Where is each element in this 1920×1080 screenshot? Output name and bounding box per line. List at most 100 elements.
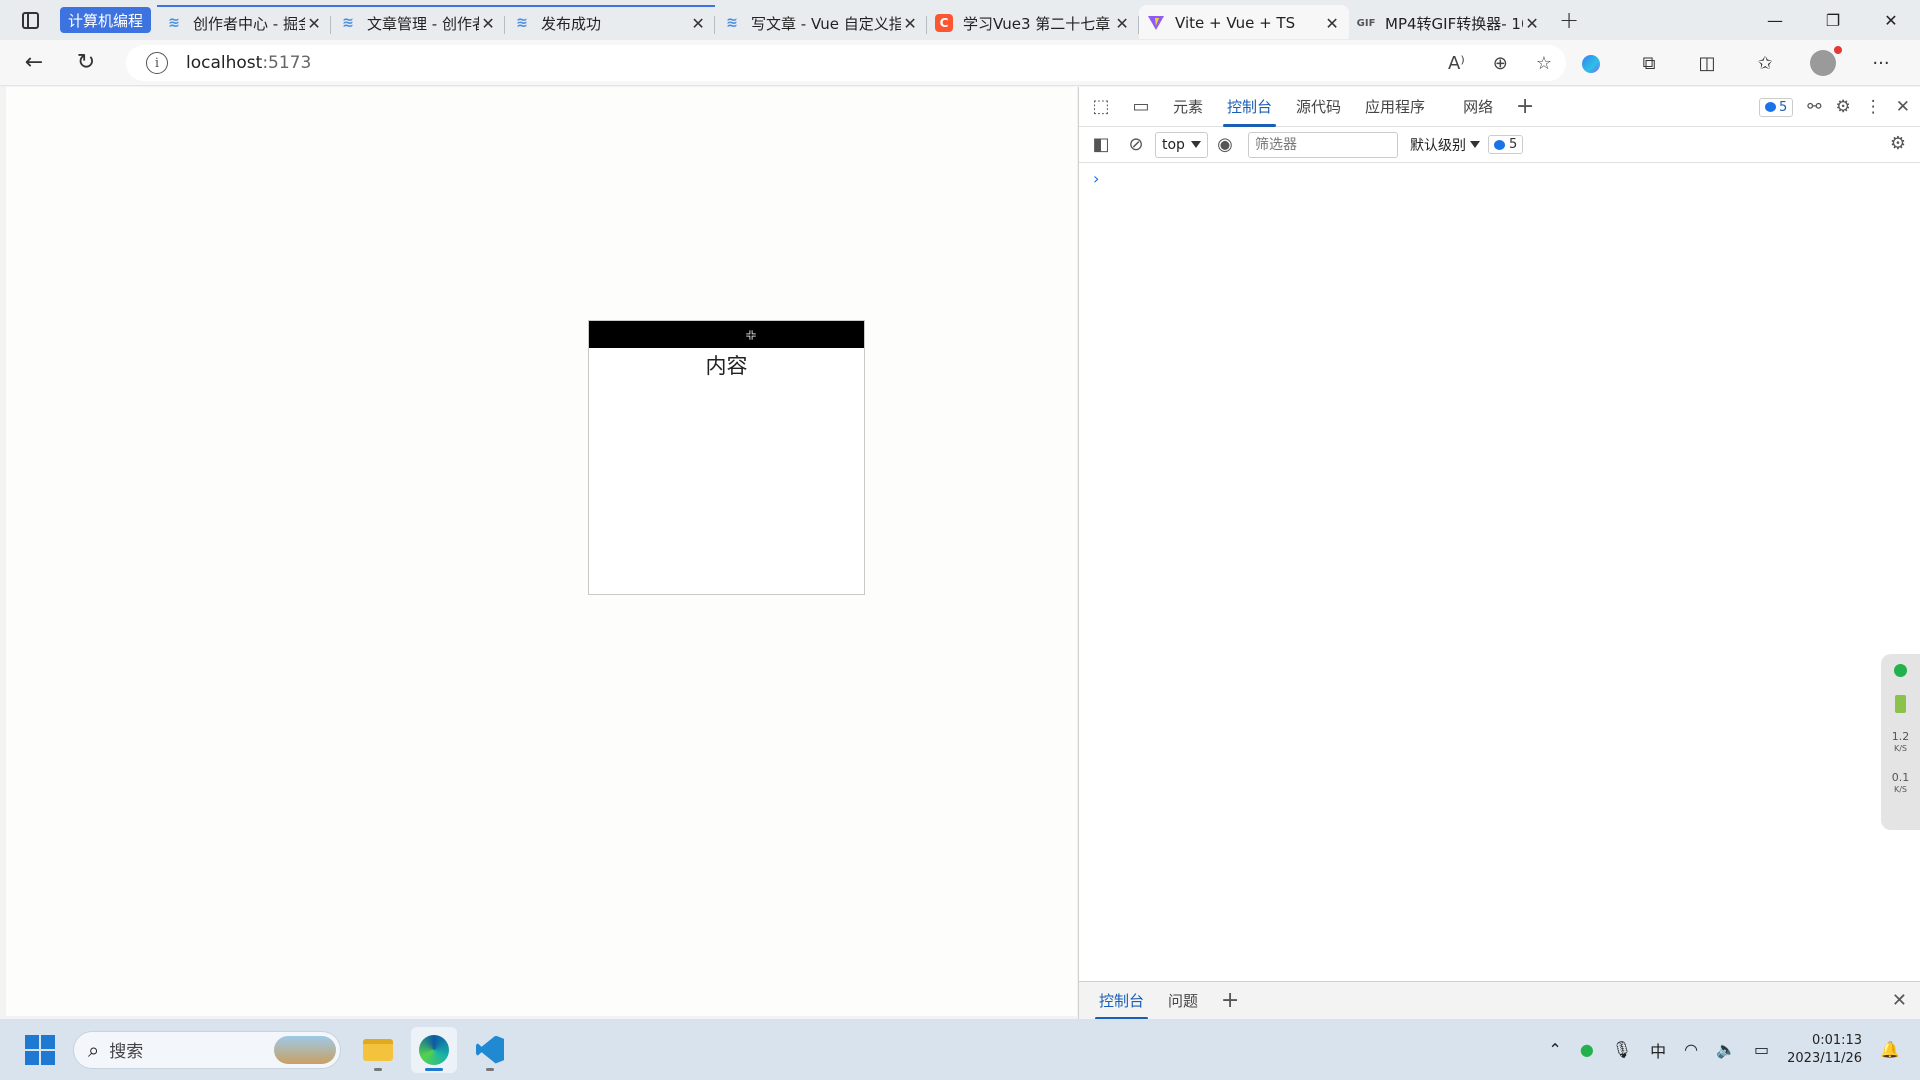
drawer-plus-icon[interactable]: + [1210,988,1250,1013]
dialog-drag-handle[interactable] [589,321,864,348]
taskbar: ⌕ 搜索 ⌃ ● 🎙 中 ◠ 🔈 ▭ 0:01:13 2023/11/26 🔔 [0,1019,1920,1080]
address-bar[interactable]: i localhost:5173 A⁾ ⊕ ☆ [126,45,1566,81]
messages-badge[interactable]: 5 [1487,135,1524,154]
site-info-icon[interactable]: i [146,52,168,74]
juejin-icon: ≋ [168,15,180,31]
split-screen-icon[interactable]: ◫ [1678,53,1736,74]
tab-actions-icon[interactable] [0,0,60,40]
zoom-icon[interactable]: ⊕ [1493,53,1508,74]
taskbar-search[interactable]: ⌕ 搜索 [73,1030,341,1069]
devtools-drawer: 控制台 问题 + ✕ [1079,981,1920,1020]
issues-badge[interactable]: 5 [1758,97,1794,117]
clear-console-icon[interactable]: ⊘ [1121,125,1151,165]
profile-avatar[interactable] [1794,46,1852,76]
network-monitor-widget[interactable]: 1.2 K/S 0.1 K/S [1881,654,1920,830]
tab-title: MP4转GIF转换器- 10 [1385,14,1524,33]
memory-bar-icon [1895,695,1906,713]
console-filter-input[interactable] [1247,131,1398,158]
tab-elements[interactable]: 元素 [1161,87,1215,127]
search-placeholder: 搜索 [109,1042,144,1062]
tab-juejin-creator[interactable]: ≋ 创作者中心 - 掘金 ✕ [157,5,332,39]
tab-vite-vue-ts[interactable]: Vite + Vue + TS ✕ [1139,5,1350,39]
settings-gear-icon[interactable]: ⚙ [1836,97,1851,117]
juejin-icon: ≋ [516,15,528,31]
tab-csdn-vue3[interactable]: C 学习Vue3 第二十七章 ✕ [927,5,1140,39]
live-expression-eye-icon[interactable]: ◉ [1208,125,1242,165]
tab-write-article[interactable]: ≋ 写文章 - Vue 自定义指 ✕ [715,5,928,39]
devtools-menu-icon[interactable]: ⋮ [1865,97,1882,117]
tab-article-manage[interactable]: ≋ 文章管理 - 创作者中心 ✕ [331,5,506,39]
system-tray: ⌃ ● 🎙 中 ◠ 🔈 ▭ 0:01:13 2023/11/26 🔔 [1548,1019,1900,1080]
tab-title: 创作者中心 - 掘金 [193,14,306,33]
drawer-tab-issues[interactable]: 问题 [1156,982,1210,1020]
clock[interactable]: 0:01:13 2023/11/26 [1787,1032,1862,1068]
new-tab-button[interactable]: + [1549,6,1589,34]
minimize-icon[interactable]: — [1746,0,1804,40]
chevron-up-icon[interactable]: ⌃ [1548,1040,1561,1059]
file-explorer-icon[interactable] [355,1027,401,1073]
close-drawer-icon[interactable]: ✕ [1892,990,1907,1011]
close-icon[interactable]: ✕ [305,14,323,33]
volume-icon[interactable]: 🔈 [1716,1040,1736,1059]
wifi-icon[interactable]: ◠ [1684,1040,1698,1059]
search-icon: ⌕ [88,1037,100,1062]
drawer-tab-console[interactable]: 控制台 [1087,982,1156,1020]
context-select[interactable]: top [1155,131,1208,158]
vscode-icon[interactable] [467,1027,513,1073]
close-window-icon[interactable]: ✕ [1862,0,1920,40]
devtools-panel: ⬚ ▭ 元素 控制台 源代码 应用程序 网络 + 5 ⚯ ⚙ ⋮ ✕ ◧ ⊘ t… [1078,87,1920,1020]
message-icon [1764,102,1776,112]
read-aloud-icon[interactable]: A⁾ [1448,53,1465,74]
close-icon[interactable]: ✕ [1113,14,1131,33]
clock-date: 2023/11/26 [1787,1050,1863,1066]
restore-icon[interactable]: ❐ [1804,0,1862,40]
juejin-icon: ≋ [726,15,738,31]
start-windows-icon[interactable] [25,1034,55,1065]
copilot-icon[interactable] [1562,53,1620,74]
tab-publish-success[interactable]: ≋ 发布成功 ✕ [505,5,716,39]
dialog-content: 内容 [705,354,748,378]
back-arrow-icon[interactable]: ← [8,40,60,86]
tab-sources[interactable]: 源代码 [1284,87,1353,127]
close-icon[interactable]: ✕ [689,14,707,33]
move-cursor-icon [741,325,761,345]
chevron-down-icon [1190,141,1201,148]
refresh-icon[interactable]: ↻ [60,40,112,86]
log-levels-select[interactable]: 默认级别 [1410,135,1480,155]
edge-browser-icon[interactable] [411,1026,457,1073]
tab-application[interactable]: 应用程序 [1353,87,1437,127]
wechat-icon[interactable]: ● [1580,1040,1594,1059]
tab-mp4-gif[interactable]: GIF MP4转GIF转换器- 10 ✕ [1349,5,1549,39]
console-settings-gear-icon[interactable]: ⚙ [1890,133,1906,154]
tab-group-label[interactable]: 计算机编程 [60,7,152,33]
notification-bell-icon[interactable]: 🔔 [1880,1040,1900,1059]
tab-console[interactable]: 控制台 [1215,87,1284,127]
tab-title: Vite + Vue + TS [1175,14,1296,32]
more-menu-icon[interactable]: ··· [1852,53,1910,74]
favorites-icon[interactable]: ✩ [1736,53,1794,74]
csdn-icon: C [935,14,954,32]
battery-icon[interactable]: ▭ [1754,1040,1769,1059]
inspect-element-icon[interactable]: ⬚ [1081,87,1121,127]
ime-indicator[interactable]: 中 [1650,1038,1666,1062]
close-icon[interactable]: ✕ [1523,14,1541,33]
chevron-down-icon [1469,141,1480,148]
message-icon [1493,139,1505,150]
download-rate: 0.1 K/S [1891,771,1910,794]
close-icon[interactable]: ✕ [901,14,919,33]
microphone-icon[interactable]: 🎙 [1612,1040,1632,1059]
favorite-star-icon[interactable]: ☆ [1536,53,1552,74]
sidebar-toggle-icon[interactable]: ◧ [1081,125,1121,165]
vite-icon [1147,14,1165,32]
device-toolbar-icon[interactable]: ▭ [1121,87,1161,127]
more-tools-plus-icon[interactable]: + [1505,94,1545,119]
close-icon[interactable]: ✕ [479,14,497,33]
connections-icon[interactable]: ⚯ [1807,97,1821,117]
upload-rate: 1.2 K/S [1891,730,1910,753]
tab-network[interactable]: 网络 [1451,87,1505,127]
close-devtools-icon[interactable]: ✕ [1896,97,1910,117]
console-prompt[interactable]: › [1093,169,1099,188]
extensions-icon[interactable]: ⧉ [1620,53,1678,74]
devtools-tabbar: ⬚ ▭ 元素 控制台 源代码 应用程序 网络 + 5 ⚯ ⚙ ⋮ ✕ [1079,87,1920,127]
close-icon[interactable]: ✕ [1323,14,1341,33]
